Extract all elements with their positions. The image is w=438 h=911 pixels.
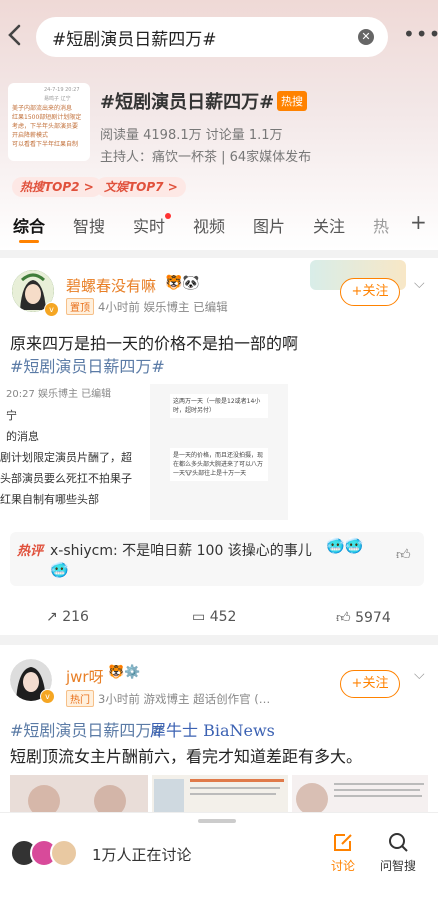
hot-badge: 热搜 <box>277 91 307 111</box>
post-image[interactable] <box>10 775 148 815</box>
post-card[interactable]: v jwr呀 🐯⚙️ 热门 3小时前 游戏博主 超话创作官 (… +关注 ⌵ #短… <box>0 645 438 815</box>
discussing-count: 1万人正在讨论 <box>92 846 192 864</box>
post-text: 原来四万是拍一天的价格不是拍一部的啊 <box>10 334 299 353</box>
post-card[interactable]: v 碧螺春没有嘛 🐯🐼 置顶 4小时前 娱乐博主 已编辑 +关注 ⌵ 原来四万是拍… <box>0 258 438 635</box>
follow-button[interactable]: +关注 <box>340 670 400 698</box>
repost-icon: ↗ <box>46 609 58 625</box>
follow-button[interactable]: +关注 <box>340 278 400 306</box>
post-image-left[interactable]: 20:27 娱乐博主 已编辑 宁 的消息 剧计划限定演员片酬了，超 头部演员要么… <box>0 384 146 520</box>
post-meta: 热门 3小时前 游戏博主 超话创作官 (… <box>66 690 270 707</box>
post-meta-text: 4小时前 娱乐博主 已编辑 <box>98 300 228 314</box>
tab-images[interactable]: 图片 <box>253 213 285 237</box>
like-icon: 👍︎ <box>336 610 351 626</box>
verified-icon: v <box>44 302 59 317</box>
topic-thumbnail[interactable]: 24-7-19 20:27 易鸣子 辽宁 美子内部流出来的消息 红果1500部短… <box>8 83 90 161</box>
thumbnail-line: 可以看看下半年红果自制 <box>12 141 79 148</box>
hot-comment-text: x-shiycm: 不是咱日薪 100 该操心的事儿 <box>50 543 312 559</box>
hot-comment[interactable]: 热评 x-shiycm: 不是咱日薪 100 该操心的事儿 🥶🥶 🥶 👍︎ <box>10 532 424 586</box>
image-text: 这两万一天（一般是12或者14小时，超时另付） <box>170 394 268 418</box>
thumbnail-line: 开启降薪模式 <box>12 132 49 139</box>
post-hashtag[interactable]: #短剧演员日薪四万# <box>10 717 165 741</box>
rank-ent[interactable]: 文娱TOP7 > <box>96 177 186 197</box>
more-icon[interactable]: ••• <box>403 22 438 46</box>
comment-button[interactable]: ▭ 452 <box>192 609 236 625</box>
watermark-text: 犀牛士 BiaNews <box>150 721 275 740</box>
new-dot-icon <box>165 213 171 219</box>
discuss-button[interactable]: 讨论 <box>326 831 360 874</box>
post-image-right[interactable]: 这两万一天（一般是12或者14小时，超时另付） 是一天的价格，而且还没拍摄，现在… <box>150 384 288 520</box>
image-text: 红果自制有哪些头部 <box>0 493 99 506</box>
username[interactable]: 碧螺春没有嘛 <box>66 275 156 296</box>
post-image[interactable] <box>292 775 428 815</box>
image-text: 头部演员要么死扛不拍果子 <box>0 472 132 485</box>
like-count: 5974 <box>355 610 391 626</box>
thumbnail-line: 美子内部流出来的消息 <box>12 105 73 112</box>
chevron-down-icon[interactable]: ⌵ <box>414 667 425 683</box>
image-text: 宁 <box>6 409 17 422</box>
topic-stats: 阅读量 4198.1万 讨论量 1.1万 <box>100 128 283 143</box>
tab-hot[interactable]: 热 <box>373 213 389 237</box>
topic-host[interactable]: 主持人：痛饮一杯茶 | 64家媒体发布 <box>100 146 311 165</box>
tab-following[interactable]: 关注 <box>313 213 345 237</box>
post-meta-text: 3小时前 游戏博主 超话创作官 (… <box>98 692 271 706</box>
repost-count: 216 <box>62 609 89 625</box>
image-text: 20:27 娱乐博主 已编辑 <box>6 389 112 400</box>
image-text: 的消息 <box>6 430 39 443</box>
bottom-bar: 1万人正在讨论 讨论 问智搜 <box>0 812 438 911</box>
participant-avatars <box>10 839 80 867</box>
post-text: 短剧顶流女主片酬前六，看完才知道差距有多大。 <box>10 747 363 766</box>
tab-smart-search[interactable]: 智搜 <box>73 213 105 237</box>
verified-icon: v <box>40 689 55 704</box>
thumbnail-line: 红果1500部短剧计划限定 <box>12 114 82 121</box>
thumbnail-timestamp: 24-7-19 20:27 易鸣子 辽宁 <box>44 87 80 102</box>
pin-tag: 置顶 <box>66 298 94 315</box>
tab-video[interactable]: 视频 <box>193 213 225 237</box>
emoji-icon: 🥶 <box>50 561 69 579</box>
post-meta: 置顶 4小时前 娱乐博主 已编辑 <box>66 298 228 315</box>
drag-handle[interactable] <box>198 819 236 823</box>
topic-title: #短剧演员日薪四万# <box>100 92 275 113</box>
comment-icon: ▭ <box>192 609 206 625</box>
discuss-label: 讨论 <box>330 859 355 873</box>
back-icon[interactable] <box>7 24 21 50</box>
tab-realtime[interactable]: 实时 <box>133 213 165 237</box>
chevron-down-icon[interactable]: ⌵ <box>414 276 425 292</box>
ask-smart-search-button[interactable]: 问智搜 <box>374 831 422 874</box>
rank-hot[interactable]: 热搜TOP2 > <box>12 177 102 197</box>
edit-icon <box>334 834 352 851</box>
image-text: 是一天的价格，而且还没拍摄，现在都么多头部大腕进来了可以八万一天🐮头部往上是十万… <box>170 448 268 481</box>
tab-bar: 综合 智搜 实时 视频 图片 关注 热 + <box>0 210 438 243</box>
like-icon[interactable]: 👍︎ <box>396 546 411 563</box>
search-icon <box>389 833 408 852</box>
thumbnail-line: 考虑，下半年头部演员要 <box>12 123 79 130</box>
close-icon[interactable]: ✕ <box>358 29 374 45</box>
post-hashtag[interactable]: #短剧演员日薪四万# <box>10 353 165 377</box>
emoji-icon: 🥶🥶 <box>326 537 364 555</box>
search-query: #短剧演员日薪四万# <box>52 29 217 50</box>
fan-badge-icon: 🐯⚙️ <box>108 665 141 680</box>
ask-label: 问智搜 <box>379 859 416 873</box>
username[interactable]: jwr呀 <box>66 666 104 687</box>
hot-comment-label: 热评 <box>17 544 44 559</box>
repost-button[interactable]: ↗ 216 <box>46 609 89 625</box>
like-button[interactable]: 👍︎ 5974 <box>336 609 391 626</box>
plus-icon[interactable]: + <box>410 210 427 234</box>
tab-comprehensive[interactable]: 综合 <box>13 213 45 237</box>
hot-tag: 热门 <box>66 690 94 707</box>
fan-badge-icon: 🐯🐼 <box>165 275 200 291</box>
image-text: 剧计划限定演员片酬了，超 <box>0 451 132 464</box>
post-image[interactable] <box>152 775 288 815</box>
tab-indicator <box>19 240 39 243</box>
comment-count: 452 <box>209 609 237 625</box>
search-input[interactable]: #短剧演员日薪四万# ✕ <box>36 17 388 57</box>
